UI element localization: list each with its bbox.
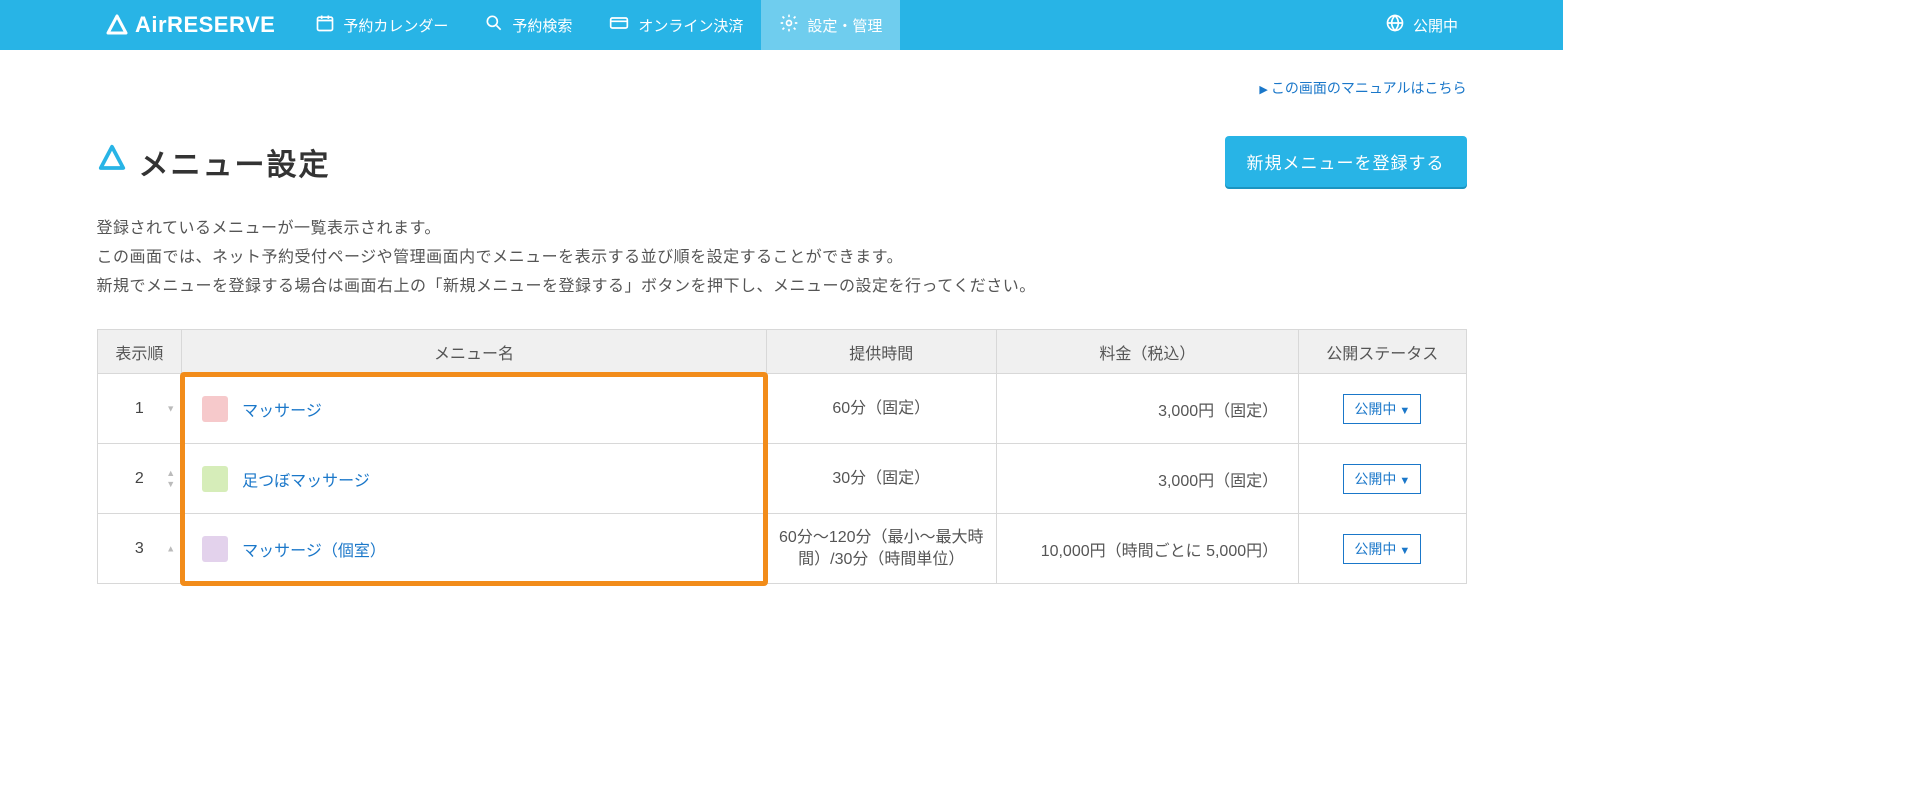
brand-triangle-icon	[105, 13, 129, 37]
desc-line: 新規でメニューを登録する場合は画面右上の「新規メニューを登録する」ボタンを押下し…	[97, 273, 1467, 302]
nav-label: 予約カレンダー	[343, 15, 448, 36]
brand-logo[interactable]: AirRESERVE	[0, 12, 297, 38]
order-arrows: ▼	[166, 404, 175, 413]
order-number: 3	[135, 540, 144, 557]
order-down-icon[interactable]: ▼	[166, 404, 175, 413]
cell-name: 足つぼマッサージ	[182, 444, 767, 514]
register-menu-button[interactable]: 新規メニューを登録する	[1225, 136, 1467, 187]
cell-status: 公開中	[1299, 374, 1466, 444]
order-number: 2	[135, 470, 144, 487]
cell-order: 2▲▼	[97, 444, 182, 514]
nav-label: オンライン決済	[638, 15, 743, 36]
cell-time: 30分（固定）	[766, 444, 996, 514]
menu-table: 表示順 メニュー名 提供時間 料金（税込） 公開ステータス 1▼マッサージ60分…	[97, 329, 1467, 584]
top-header: AirRESERVE 予約カレンダー 予約検索 オンライン決済 設定・管理 公開…	[0, 0, 1563, 50]
header-status-label: 公開中	[1413, 15, 1458, 36]
cell-time: 60分〜120分（最小〜最大時間）/30分（時間単位）	[766, 514, 996, 584]
status-dropdown[interactable]: 公開中	[1343, 534, 1421, 564]
nav-search[interactable]: 予約検索	[466, 0, 590, 50]
card-icon	[608, 13, 630, 37]
th-price: 料金（税込）	[996, 330, 1298, 374]
nav-label: 予約検索	[512, 15, 572, 36]
table-row: 1▼マッサージ60分（固定）3,000円（固定）公開中	[97, 374, 1466, 444]
nav-settings[interactable]: 設定・管理	[761, 0, 900, 50]
order-up-icon[interactable]: ▲	[166, 544, 175, 553]
cell-price: 3,000円（固定）	[996, 374, 1298, 444]
status-dropdown[interactable]: 公開中	[1343, 464, 1421, 494]
cell-status: 公開中	[1299, 514, 1466, 584]
page-header: メニュー設定 新規メニューを登録する	[97, 136, 1467, 187]
page-description: 登録されているメニューが一覧表示されます。 この画面では、ネット予約受付ページや…	[97, 215, 1467, 301]
menu-name-link[interactable]: マッサージ	[242, 397, 322, 421]
nav-calendar[interactable]: 予約カレンダー	[297, 0, 466, 50]
calendar-icon	[315, 13, 335, 37]
menu-name-link[interactable]: 足つぼマッサージ	[242, 467, 370, 491]
table-wrap: 表示順 メニュー名 提供時間 料金（税込） 公開ステータス 1▼マッサージ60分…	[97, 329, 1467, 584]
order-arrows: ▲▼	[166, 469, 175, 489]
color-swatch	[202, 536, 228, 562]
th-order: 表示順	[97, 330, 182, 374]
cell-order: 1▼	[97, 374, 182, 444]
desc-line: この画面では、ネット予約受付ページや管理画面内でメニューを表示する並び順を設定す…	[97, 244, 1467, 273]
brand-name: AirRESERVE	[135, 12, 275, 38]
order-up-icon[interactable]: ▲	[166, 469, 175, 478]
page-title: メニュー設定	[97, 140, 331, 184]
header-status[interactable]: 公開中	[1385, 13, 1563, 37]
color-swatch	[202, 466, 228, 492]
cell-order: 3▲	[97, 514, 182, 584]
cell-price: 10,000円（時間ごとに 5,000円）	[996, 514, 1298, 584]
cell-name: マッサージ	[182, 374, 767, 444]
cell-name: マッサージ（個室）	[182, 514, 767, 584]
th-time: 提供時間	[766, 330, 996, 374]
cell-price: 3,000円（固定）	[996, 444, 1298, 514]
gear-icon	[779, 13, 799, 37]
th-name: メニュー名	[182, 330, 767, 374]
order-arrows: ▲	[166, 544, 175, 553]
cell-status: 公開中	[1299, 444, 1466, 514]
cell-time: 60分（固定）	[766, 374, 996, 444]
page-title-icon	[97, 143, 127, 181]
search-icon	[484, 13, 504, 37]
table-row: 3▲マッサージ（個室）60分〜120分（最小〜最大時間）/30分（時間単位）10…	[97, 514, 1466, 584]
nav-label: 設定・管理	[807, 15, 882, 36]
desc-line: 登録されているメニューが一覧表示されます。	[97, 215, 1467, 244]
page-title-text: メニュー設定	[139, 140, 331, 184]
th-status: 公開ステータス	[1299, 330, 1466, 374]
color-swatch	[202, 396, 228, 422]
status-dropdown[interactable]: 公開中	[1343, 394, 1421, 424]
table-row: 2▲▼足つぼマッサージ30分（固定）3,000円（固定）公開中	[97, 444, 1466, 514]
manual-link[interactable]: この画面のマニュアルはこちら	[97, 78, 1467, 98]
header-nav: 予約カレンダー 予約検索 オンライン決済 設定・管理	[297, 0, 900, 50]
content-area: この画面のマニュアルはこちら メニュー設定 新規メニューを登録する 登録されてい…	[97, 50, 1467, 584]
nav-payment[interactable]: オンライン決済	[590, 0, 761, 50]
globe-icon	[1385, 13, 1405, 37]
order-down-icon[interactable]: ▼	[166, 480, 175, 489]
order-number: 1	[135, 400, 144, 417]
menu-name-link[interactable]: マッサージ（個室）	[242, 537, 386, 561]
